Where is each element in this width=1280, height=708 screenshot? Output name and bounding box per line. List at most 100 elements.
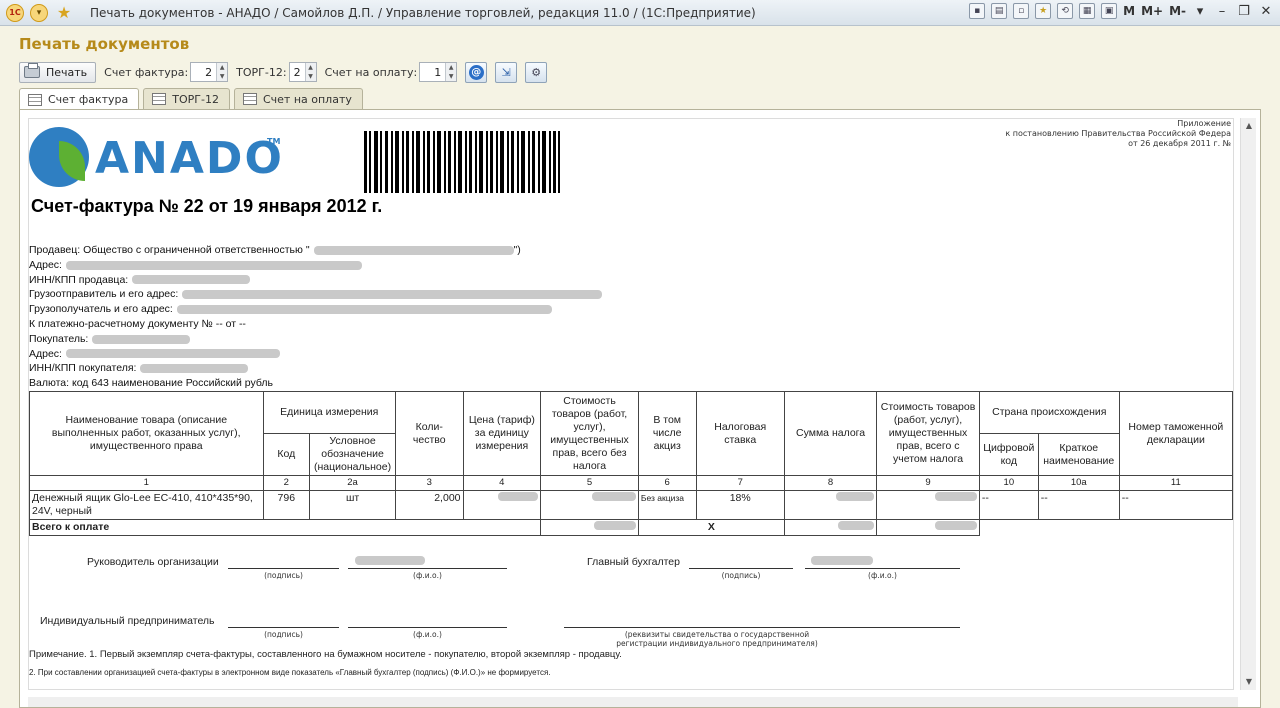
seller-address-label: Адрес: bbox=[29, 258, 62, 271]
tab-payment-invoice[interactable]: Счет на оплату bbox=[233, 88, 363, 109]
head-sign-line bbox=[228, 568, 339, 569]
entrepreneur-sign-caption: (подпись) bbox=[264, 630, 303, 639]
settings-icon: ⚙ bbox=[531, 65, 542, 79]
header-tax: Сумма налога bbox=[783, 391, 878, 476]
item-excise: Без акциза bbox=[637, 490, 697, 520]
shipper-label: Грузоотправитель и его адрес: bbox=[29, 288, 179, 301]
link-icon[interactable]: ⟲ bbox=[1057, 3, 1074, 19]
item-tax bbox=[783, 490, 878, 520]
print-icon[interactable]: ▤ bbox=[991, 3, 1008, 19]
favorites-star-icon[interactable]: ★ bbox=[54, 3, 74, 22]
consignee-line: Грузополучатель и его адрес: bbox=[29, 302, 602, 317]
redacted-text bbox=[140, 364, 249, 374]
logo-text: ANADO bbox=[95, 133, 284, 184]
head-fio-caption: (ф.и.о.) bbox=[413, 571, 442, 580]
document-frame: ANADO TM Приложение к постановлению Прав… bbox=[19, 109, 1261, 708]
horizontal-scrollbar[interactable] bbox=[28, 697, 1238, 707]
payment-copies-value[interactable]: 1 bbox=[420, 66, 445, 79]
accountant-fio-caption: (ф.и.о.) bbox=[868, 571, 897, 580]
seller-inn-label: ИНН/КПП продавца: bbox=[29, 273, 129, 286]
item-unit-code: 796 bbox=[262, 490, 311, 520]
send-email-button[interactable]: @ bbox=[465, 61, 488, 83]
header-unit-name: Условное обозначение (национальное) bbox=[309, 433, 397, 476]
entrepreneur-fio-line bbox=[348, 627, 507, 628]
col-number: 5 bbox=[540, 475, 639, 491]
redacted-text bbox=[934, 492, 977, 501]
save-icon[interactable]: ▪ bbox=[969, 3, 986, 19]
seller-line: Продавец: Общество с ограниченной ответс… bbox=[29, 243, 602, 258]
appendix-line: Приложение bbox=[1177, 119, 1231, 128]
stepper-arrows-icon[interactable]: ▲ ▼ bbox=[445, 63, 457, 81]
requisites-caption-2: регистрации индивидуального предпринимат… bbox=[616, 639, 818, 648]
memory-m-button[interactable]: M bbox=[1123, 4, 1135, 18]
col-number: 7 bbox=[695, 475, 785, 491]
close-button[interactable]: ✕ bbox=[1258, 4, 1274, 19]
window-title: Печать документов - АНАДО / Самойлов Д.П… bbox=[90, 5, 756, 20]
tab-invoice[interactable]: Счет фактура bbox=[19, 88, 140, 110]
main-menu-button[interactable]: ▾ bbox=[30, 3, 48, 22]
save-to-file-button[interactable]: ⇲ bbox=[495, 61, 518, 83]
print-button-label: Печать bbox=[46, 65, 88, 79]
memory-plus-button[interactable]: M+ bbox=[1141, 4, 1163, 18]
favorite-add-icon[interactable]: ★ bbox=[1035, 3, 1052, 19]
torg12-copies-stepper[interactable]: 2 ▲ ▼ bbox=[288, 62, 317, 82]
barcode-icon bbox=[364, 131, 560, 193]
print-button[interactable]: Печать bbox=[19, 61, 97, 83]
buyer-label: Покупатель: bbox=[29, 332, 89, 345]
settings-button[interactable]: ⚙ bbox=[525, 61, 548, 83]
payment-copies-stepper[interactable]: 1 ▲ ▼ bbox=[419, 62, 458, 82]
invoice-copies-value[interactable]: 2 bbox=[191, 66, 216, 79]
title-bar: 1С ▾ ★ Печать документов - АНАДО / Самой… bbox=[0, 0, 1280, 26]
redacted-text bbox=[836, 492, 875, 501]
preview-icon[interactable]: ▫ bbox=[1013, 3, 1030, 19]
printer-icon bbox=[24, 63, 40, 78]
currency-label: Валюта: код 643 наименование Российский … bbox=[29, 377, 274, 390]
redacted-text bbox=[591, 492, 636, 501]
dropdown-icon[interactable]: ▾ bbox=[1192, 4, 1208, 19]
appendix-note: Приложение к постановлению Правительства… bbox=[1005, 119, 1231, 149]
appendix-line: к постановлению Правительства Российской… bbox=[1005, 129, 1231, 138]
invoice-table: Наименование товара (описание выполненны… bbox=[29, 391, 1233, 536]
redacted-text bbox=[92, 334, 191, 344]
stepper-arrows-icon[interactable]: ▲ ▼ bbox=[304, 63, 316, 81]
email-icon: @ bbox=[468, 64, 484, 80]
header-name: Наименование товара (описание выполненны… bbox=[29, 391, 264, 476]
note-1: Примечание. 1. Первый экземпляр счета-фа… bbox=[29, 649, 622, 660]
redacted-text bbox=[934, 521, 977, 530]
redacted-text bbox=[313, 245, 514, 255]
header-country-name: Краткое наименование bbox=[1037, 433, 1120, 476]
anado-logo: ANADO TM bbox=[29, 127, 289, 191]
header-excise: В том числе акциз bbox=[637, 391, 697, 476]
total-cost-tax bbox=[876, 519, 980, 536]
stepper-arrows-icon[interactable]: ▲ ▼ bbox=[216, 63, 228, 81]
print-documents-window: Печать документов Печать Счет фактура: 2… bbox=[0, 26, 1280, 708]
tab-torg12-label: ТОРГ-12 bbox=[172, 92, 219, 106]
header-unit-code: Код bbox=[262, 433, 311, 476]
maximize-button[interactable]: ❐ bbox=[1236, 4, 1252, 19]
tab-torg12[interactable]: ТОРГ-12 bbox=[143, 88, 230, 109]
accountant-fio-line bbox=[805, 568, 960, 569]
minimize-button[interactable]: – bbox=[1214, 4, 1230, 19]
scroll-down-icon[interactable]: ▼ bbox=[1241, 674, 1257, 690]
calculator-icon[interactable]: ▦ bbox=[1079, 3, 1096, 19]
head-fio-line bbox=[348, 568, 507, 569]
tabs: Счет фактура ТОРГ-12 Счет на оплату bbox=[19, 88, 363, 110]
entrepreneur-sign-line bbox=[228, 627, 339, 628]
invoice-sheet[interactable]: ANADO TM Приложение к постановлению Прав… bbox=[28, 118, 1234, 690]
buyer-address-label: Адрес: bbox=[29, 347, 62, 360]
calendar-icon[interactable]: ▣ bbox=[1101, 3, 1118, 19]
seller-inn-line: ИНН/КПП продавца: bbox=[29, 273, 602, 288]
torg12-copies-value[interactable]: 2 bbox=[290, 66, 305, 79]
accountant-sign-line bbox=[689, 568, 793, 569]
col-number: 11 bbox=[1118, 475, 1233, 491]
buyer-inn-line: ИНН/КПП покупателя: bbox=[29, 361, 602, 376]
scroll-up-icon[interactable]: ▲ bbox=[1241, 118, 1257, 134]
tab-payment-invoice-label: Счет на оплату bbox=[262, 92, 352, 106]
torg12-copies-label: ТОРГ-12: bbox=[236, 65, 287, 79]
vertical-scrollbar[interactable]: ▲ ▼ bbox=[1240, 118, 1256, 690]
app-logo-icon[interactable]: 1С bbox=[6, 3, 24, 22]
memory-minus-button[interactable]: M- bbox=[1169, 4, 1186, 18]
item-country-name: -- bbox=[1037, 490, 1120, 520]
spreadsheet-icon bbox=[28, 93, 42, 106]
invoice-copies-stepper[interactable]: 2 ▲ ▼ bbox=[190, 62, 229, 82]
